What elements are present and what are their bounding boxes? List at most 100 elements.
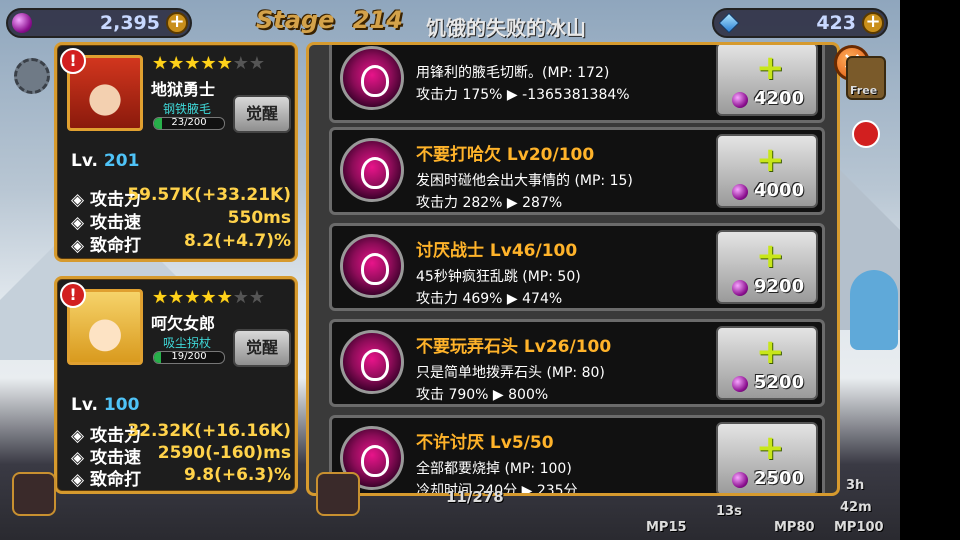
cooldown-label: 42m	[840, 500, 872, 515]
awaken-button[interactable]: 觉醒	[233, 95, 291, 133]
bottom-bar: 11/278 MP15 13s MP80 3h 42m MP100	[0, 470, 900, 540]
plus-icon: +	[756, 332, 785, 372]
star-filled-icon: ★	[200, 53, 217, 74]
cooldown-label: 3h	[846, 478, 865, 493]
star-filled-icon: ★	[152, 53, 169, 74]
diamond-amount: 423	[816, 12, 856, 34]
skill-title: 不要玩弄石头 Lv26/100	[416, 337, 612, 357]
skill-row-1: 用锋利的腋毛切断。(MP: 172) 攻击力 175% ▶ -136538138…	[329, 45, 825, 123]
enemy-figure	[850, 270, 898, 350]
upgrade-button[interactable]: + 9200	[716, 230, 818, 304]
alert-icon: !	[60, 282, 86, 308]
star-filled-icon: ★	[168, 53, 185, 74]
add-diamond-button[interactable]: +	[862, 12, 884, 34]
skill-desc: 发困时碰他会出大事情的 (MP: 15)	[416, 173, 633, 189]
stage-label: Stage 214	[256, 6, 403, 34]
skill-desc: 45秒钟疯狂乱跳 (MP: 50)	[416, 269, 581, 285]
stage-label-text: Stage	[256, 6, 335, 34]
skill-icon	[340, 138, 404, 202]
hero-name: 地狱勇士	[151, 80, 216, 99]
upgrade-cost: 9200	[754, 276, 805, 297]
skill-desc: 只是简单地拨弄石头 (MP: 80)	[416, 365, 605, 381]
star-empty-icon: ★	[232, 287, 249, 308]
stat-label: ◈ 致命打	[71, 236, 141, 256]
skill-icon	[340, 46, 404, 110]
alert-icon	[852, 120, 880, 148]
hero-level: Lv. 100	[71, 395, 139, 415]
diamond-icon	[718, 12, 740, 34]
star-empty-icon: ★	[248, 287, 265, 308]
screen-edge	[900, 0, 960, 540]
add-gold-button[interactable]: +	[166, 12, 188, 34]
hero-card-2: ! ★★★★★★★ 呵欠女郎 吸尘拐杖 19/200 觉醒 Lv. 100 ◈ …	[54, 276, 298, 494]
hero-stars: ★★★★★★★	[152, 287, 265, 308]
star-filled-icon: ★	[168, 287, 185, 308]
hero-weapon: 吸尘拐杖	[163, 336, 212, 350]
skill-row-4: 不要玩弄石头 Lv26/100 只是简单地拨弄石头 (MP: 80) 攻击 79…	[329, 319, 825, 407]
skill-panel: 用锋利的腋毛切断。(MP: 172) 攻击力 175% ▶ -136538138…	[306, 42, 840, 496]
stat-attack: ◈ 攻击力 32.32K(+16.16K)	[71, 421, 291, 446]
skill-icon	[340, 234, 404, 298]
star-empty-icon: ★	[248, 53, 265, 74]
skill-icon	[340, 330, 404, 394]
upgrade-cost: 4200	[754, 88, 805, 109]
gold-counter: 2,395 +	[6, 8, 192, 38]
star-filled-icon: ★	[216, 53, 233, 74]
star-filled-icon: ★	[184, 53, 201, 74]
awaken-button[interactable]: 觉醒	[233, 329, 291, 367]
skill-cost-label: MP100	[834, 520, 884, 535]
upgrade-button[interactable]: + 4200	[716, 45, 818, 116]
sword-icon[interactable]	[12, 472, 56, 516]
stat-value: 550ms	[227, 208, 291, 228]
exp-text: 23/200	[171, 117, 207, 128]
star-filled-icon: ★	[152, 287, 169, 308]
alert-icon: !	[60, 48, 86, 74]
plus-icon: +	[756, 140, 785, 180]
stat-label: ◈ 攻击速	[71, 213, 141, 233]
gear-icon[interactable]	[14, 58, 50, 94]
skill-row-2: 不要打哈欠 Lv20/100 发困时碰他会出大事情的 (MP: 15) 攻击力 …	[329, 127, 825, 215]
level-label: Lv.	[71, 395, 98, 415]
free-gift-button[interactable]: Free	[846, 56, 886, 100]
skill-desc: 用锋利的腋毛切断。(MP: 172)	[416, 65, 610, 81]
plus-icon: +	[756, 428, 785, 468]
stat-value: 32.32K(+16.16K)	[127, 421, 291, 441]
shop-cart-icon[interactable]	[316, 472, 360, 516]
hero-weapon: 钢铁腋毛	[163, 102, 212, 116]
plus-icon: +	[756, 236, 785, 276]
stat-value: 2590(-160)ms	[157, 443, 291, 463]
hero-card-1: ! ★★★★★★★ 地狱勇士 钢铁腋毛 23/200 觉醒 Lv. 201 ◈ …	[54, 42, 298, 262]
cooldown-label: 13s	[716, 504, 742, 519]
stat-speed: ◈ 攻击速 2590(-160)ms	[71, 443, 291, 468]
plus-icon: +	[756, 48, 785, 88]
stat-crit: ◈ 致命打 8.2(+4.7)%	[71, 231, 291, 256]
skill-value: 攻击力 469% ▶ 474%	[416, 291, 563, 307]
upgrade-cost: 4000	[754, 180, 805, 201]
upgrade-button[interactable]: + 5200	[716, 326, 818, 400]
stat-value: 8.2(+4.7)%	[183, 231, 291, 251]
star-empty-icon: ★	[232, 53, 249, 74]
stage-number: 214	[352, 6, 403, 34]
skill-cost-label: MP80	[774, 520, 815, 535]
gem-icon	[732, 92, 748, 108]
skill-value: 攻击力 282% ▶ 287%	[416, 195, 563, 211]
free-label: Free	[850, 84, 878, 97]
level-label: Lv.	[71, 151, 98, 171]
upgrade-button[interactable]: + 4000	[716, 134, 818, 208]
skill-title: 讨厌战士 Lv46/100	[416, 241, 578, 261]
progress-counter: 11/278	[446, 488, 504, 506]
exp-text: 19/200	[171, 351, 207, 362]
star-filled-icon: ★	[184, 287, 201, 308]
top-bar: 2,395 + Stage 214 饥饿的失败的冰山 423 +	[0, 4, 900, 42]
stage-name: 饥饿的失败的冰山	[426, 16, 586, 40]
gem-icon	[732, 280, 748, 296]
hero-name: 呵欠女郎	[151, 314, 216, 333]
hero-stars: ★★★★★★★	[152, 53, 265, 74]
stat-attack: ◈ 攻击力 59.57K(+33.21K)	[71, 185, 291, 210]
upgrade-cost: 5200	[754, 372, 805, 393]
hero-exp-bar: 19/200	[153, 351, 225, 364]
gem-icon	[732, 184, 748, 200]
gem-icon	[732, 376, 748, 392]
skill-title: 不许讨厌 Lv5/50	[416, 433, 554, 453]
skill-row-3: 讨厌战士 Lv46/100 45秒钟疯狂乱跳 (MP: 50) 攻击力 469%…	[329, 223, 825, 311]
